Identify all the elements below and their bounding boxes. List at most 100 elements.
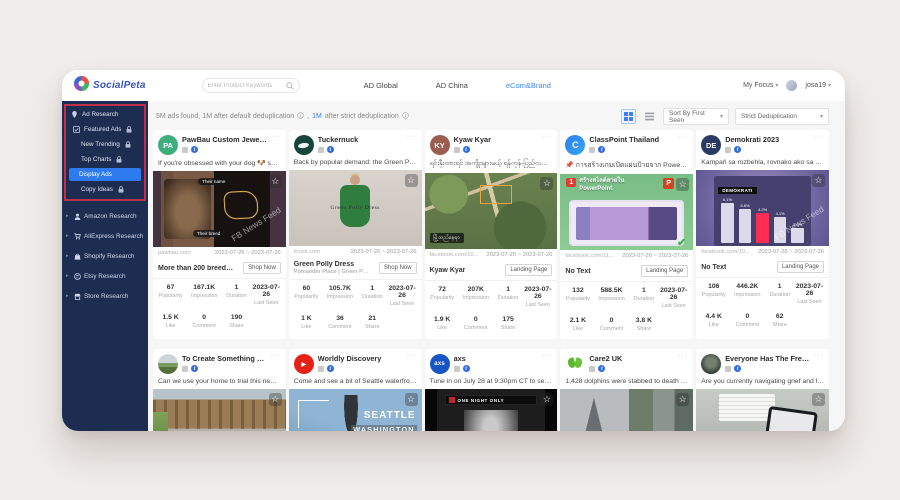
favorite-star-icon[interactable]: ☆ — [405, 174, 418, 187]
socialpeta-logo[interactable]: SocialPeta — [74, 76, 146, 96]
ad-creative-image[interactable]: ☆ မြို့တည်နေရာ — [425, 173, 558, 249]
sidebar-item-aliexpress-research[interactable]: ▸ AliExpress Research — [62, 226, 148, 246]
sort-dropdown[interactable]: Sort By First Seen▾ — [663, 108, 729, 125]
sidebar-item-etsy-research[interactable]: ▸ Etsy Research — [62, 266, 148, 286]
ad-creative-image[interactable]: ☆ SEATTLE WASHINGTON — [289, 389, 422, 431]
search-input[interactable] — [208, 83, 282, 89]
advertiser-name[interactable]: axs — [454, 354, 470, 363]
nav-ad-global[interactable]: AD Global — [364, 81, 398, 90]
advertiser-domain[interactable]: facebook.com/10... — [430, 252, 479, 258]
advertiser-name[interactable]: Tuckernuck — [318, 135, 358, 144]
ad-creative-image[interactable]: ☆ — [153, 389, 286, 431]
advertiser-name[interactable]: Care2 UK — [589, 354, 622, 363]
ad-text: Tune in on July 28 at 9:30pm CT to see M… — [425, 376, 558, 389]
advertiser-domain[interactable]: facebook.com/10... — [701, 249, 750, 255]
advertiser-avatar[interactable]: PA — [158, 135, 178, 155]
grid-view-button[interactable] — [621, 109, 636, 124]
sidebar-item-display-ads[interactable]: Display Ads — [69, 168, 141, 181]
advertiser-name[interactable]: Worldly Discovery — [318, 354, 382, 363]
more-options-icon[interactable]: ··· — [407, 352, 417, 359]
card-action-button[interactable]: Landing Page — [641, 265, 688, 277]
main-content: 5M ads found, 1M after default deduplica… — [148, 101, 845, 431]
sidebar-item-top-charts[interactable]: Top Charts — [66, 152, 144, 167]
user-avatar[interactable] — [786, 80, 797, 91]
ad-format-icon — [318, 147, 324, 153]
info-icon[interactable] — [297, 112, 304, 121]
nav-ecom-brand[interactable]: eCom&Brand — [506, 81, 551, 90]
card-action-button[interactable]: Shop Now — [379, 262, 417, 274]
more-options-icon[interactable]: ··· — [678, 133, 688, 140]
more-options-icon[interactable]: ··· — [542, 352, 552, 359]
search-icon[interactable] — [286, 77, 294, 95]
favorite-star-icon[interactable]: ☆ — [812, 393, 825, 406]
favorite-star-icon[interactable]: ☆ — [676, 393, 689, 406]
user-menu[interactable]: josa19 ▾ — [805, 82, 831, 89]
ad-format-icon — [725, 366, 731, 372]
nav-ad-china[interactable]: AD China — [436, 81, 468, 90]
advertiser-avatar[interactable]: C — [565, 135, 585, 155]
advertiser-name[interactable]: ClassPoint Thailand — [589, 135, 659, 144]
featured-ads-icon — [73, 126, 80, 133]
advertiser-name[interactable]: Demokrati 2023 — [725, 135, 779, 144]
card-action-button[interactable]: Shop Now — [243, 262, 281, 274]
sidebar-item-new-trending[interactable]: New Trending — [66, 137, 144, 152]
card-action-button[interactable]: Landing Page — [505, 264, 552, 276]
advertiser-name[interactable]: Kyaw Kyar — [454, 135, 491, 144]
logo-text: SocialPeta — [93, 80, 146, 91]
advertiser-avatar[interactable]: axs — [430, 354, 450, 374]
sidebar-item-amazon-research[interactable]: ▸ Amazon Research — [62, 206, 148, 226]
ad-creative-image[interactable]: ☆ FB News Feed DEMOKRATI 6.1%5.6%4.2%4.1… — [696, 170, 829, 246]
advertiser-avatar[interactable] — [294, 135, 314, 155]
advertiser-avatar[interactable] — [565, 354, 585, 374]
stat-popularity: 106Popularity — [699, 283, 728, 305]
ad-creative-image[interactable]: ☆ FB News Feed Their name Their breed — [153, 171, 286, 247]
sidebar-item-ad-research[interactable]: Ad Research — [66, 107, 144, 122]
advertiser-domain[interactable]: tnuck.com — [294, 249, 320, 255]
favorite-star-icon[interactable]: ☆ — [540, 177, 553, 190]
advertiser-name[interactable]: To Create Something Exceptio... — [182, 354, 268, 363]
favorite-star-icon[interactable]: ☆ — [269, 175, 282, 188]
sidebar-item-store-research[interactable]: ▸ Store Research — [62, 286, 148, 306]
facebook-icon: f — [191, 365, 198, 372]
ad-creative-image[interactable]: ☆ 1 สร้างสไลด์สวยในPowerPoint P ✔ — [560, 174, 693, 250]
list-view-button[interactable] — [642, 109, 657, 124]
more-options-icon[interactable]: ··· — [814, 352, 824, 359]
favorite-star-icon[interactable]: ☆ — [676, 178, 689, 191]
favorite-star-icon[interactable]: ☆ — [540, 393, 553, 406]
advertiser-avatar[interactable]: KY — [430, 135, 450, 155]
advertiser-avatar[interactable]: DE — [701, 135, 721, 155]
product-search-box[interactable] — [202, 78, 300, 93]
favorite-star-icon[interactable]: ☆ — [269, 393, 282, 406]
advertiser-avatar[interactable]: ▶ — [294, 354, 314, 374]
stat-duration: 1Duration — [631, 287, 658, 309]
my-focus-menu[interactable]: My Focus ▾ — [743, 82, 778, 89]
ad-creative-image[interactable]: ☆ Green Polly Dress — [289, 170, 422, 246]
sidebar-item-copy-ideas[interactable]: Copy Ideas — [66, 182, 144, 197]
advertiser-avatar[interactable] — [158, 354, 178, 374]
advertiser-name[interactable]: PawBau Custom Jewelry — [182, 135, 268, 144]
advertiser-domain[interactable]: facebook.com/11... — [565, 253, 614, 259]
ad-creative-image[interactable]: ☆ ONE NIGHT ONLY — [425, 389, 558, 431]
favorite-star-icon[interactable]: ☆ — [812, 174, 825, 187]
product-subtitle: Pomander Place | Green Polly Dr... — [294, 269, 372, 275]
strict-dedup-count[interactable]: 1M — [312, 113, 322, 120]
more-options-icon[interactable]: ··· — [814, 133, 824, 140]
ad-text: If you're obsessed with your dog 🐶 show … — [153, 157, 286, 171]
ad-creative-image[interactable]: ☆ — [696, 389, 829, 431]
card-action-button[interactable]: Landing Page — [777, 261, 824, 273]
more-options-icon[interactable]: ··· — [407, 133, 417, 140]
favorite-star-icon[interactable]: ☆ — [405, 393, 418, 406]
ad-creative-image[interactable]: ☆ — [560, 389, 693, 431]
more-options-icon[interactable]: ··· — [271, 133, 281, 140]
advertiser-domain[interactable]: pawbau.com — [158, 250, 191, 256]
deduplication-dropdown[interactable]: Strict Deduplication▾ — [735, 108, 829, 125]
ad-text: 📌 การสร้างเกมเปิดแผ่นป้ายจาก PowerPoint … — [560, 157, 693, 174]
sidebar-item-shopify-research[interactable]: ▸ Shopify Research — [62, 246, 148, 266]
advertiser-avatar[interactable] — [701, 354, 721, 374]
advertiser-name[interactable]: Everyone Has The Freedom To... — [725, 354, 811, 363]
info-icon[interactable] — [402, 112, 409, 121]
sidebar-item-featured-ads[interactable]: Featured Ads — [66, 122, 144, 137]
more-options-icon[interactable]: ··· — [271, 352, 281, 359]
more-options-icon[interactable]: ··· — [542, 133, 552, 140]
more-options-icon[interactable]: ··· — [678, 352, 688, 359]
